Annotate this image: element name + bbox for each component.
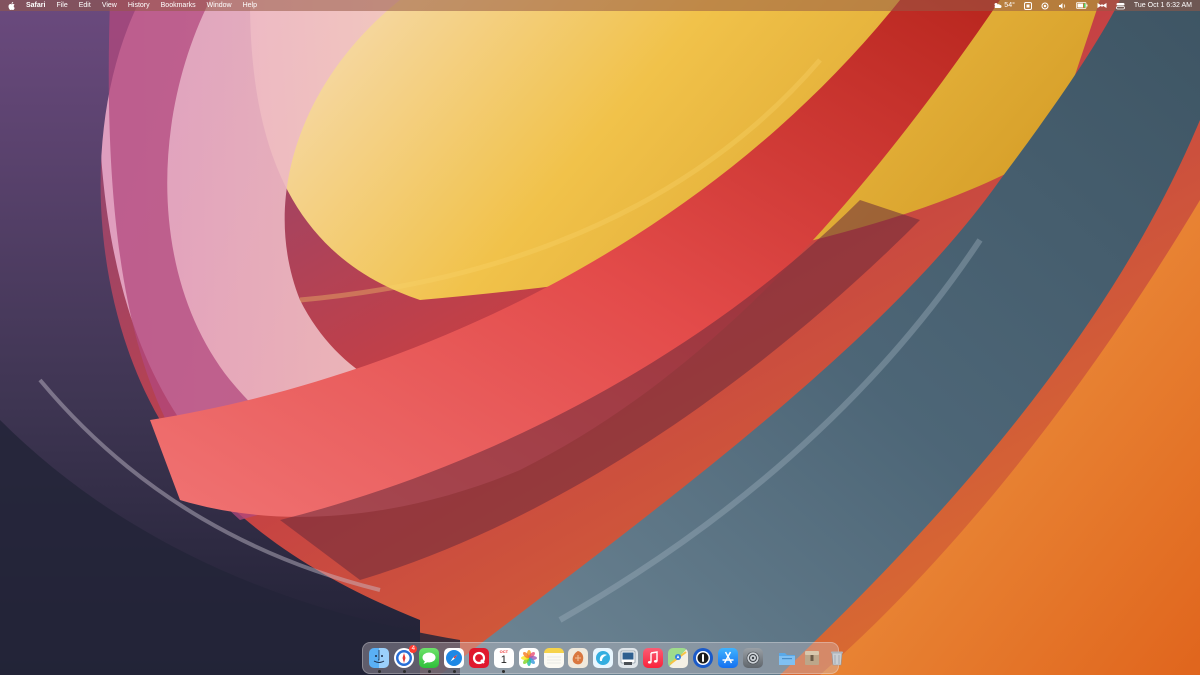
- dock-music[interactable]: [643, 648, 664, 668]
- app-store-icon: [722, 651, 734, 664]
- maps-icon: [669, 651, 687, 665]
- dock-readdle[interactable]: [468, 648, 489, 668]
- photos-flower-icon: [520, 650, 537, 666]
- menu-view[interactable]: View: [102, 0, 117, 11]
- status-circle-icon-btn[interactable]: [1041, 2, 1049, 10]
- wallpaper: [0, 0, 1200, 675]
- dock-safari[interactable]: [444, 648, 465, 673]
- dock-photos[interactable]: [518, 648, 539, 668]
- folder-icon: [779, 653, 796, 665]
- running-indicator: [402, 670, 406, 673]
- claude-icon: [573, 651, 584, 665]
- dock-downloads-folder[interactable]: [777, 648, 797, 668]
- circle-status-icon: [1041, 2, 1049, 9]
- battery-status[interactable]: [1076, 2, 1088, 9]
- link-status[interactable]: [1097, 2, 1107, 9]
- music-note-icon: [647, 651, 658, 664]
- control-center-icon: [1116, 2, 1125, 9]
- dock: 4 OCT 1: [362, 642, 844, 674]
- messages-icon: [422, 652, 436, 664]
- battery-icon: [1076, 2, 1088, 9]
- menu-bar: Safari File Edit View History Bookmarks …: [0, 0, 1200, 11]
- menu-edit[interactable]: Edit: [79, 0, 91, 11]
- dock-system-settings[interactable]: [742, 648, 763, 668]
- dock-ivory[interactable]: [593, 648, 614, 668]
- dock-1password[interactable]: [692, 648, 713, 668]
- menu-window[interactable]: Window: [207, 0, 232, 11]
- square-status-icon: [1023, 1, 1032, 10]
- apple-menu-icon[interactable]: [8, 1, 15, 10]
- running-indicator: [377, 670, 381, 673]
- onepassword-icon: [695, 651, 710, 665]
- dock-notes[interactable]: [543, 648, 564, 668]
- dock-claude[interactable]: [568, 648, 589, 668]
- dock-messages[interactable]: [419, 648, 440, 673]
- menu-file[interactable]: File: [56, 0, 67, 11]
- dock-archive-utility[interactable]: [802, 648, 822, 668]
- weather-temp: 54°: [1004, 2, 1015, 9]
- volume-status[interactable]: [1058, 2, 1067, 10]
- weather-icon: [994, 3, 1002, 8]
- dock-calendar[interactable]: OCT 1: [493, 648, 514, 673]
- menu-app-name[interactable]: Safari: [26, 0, 45, 11]
- control-center-status[interactable]: [1116, 2, 1125, 10]
- safari-compass-icon: [446, 650, 463, 666]
- gear-icon: [746, 651, 759, 665]
- q-logo-icon: [472, 651, 486, 665]
- running-indicator: [427, 670, 431, 673]
- menu-help[interactable]: Help: [243, 0, 257, 11]
- archive-icon: [805, 651, 820, 665]
- notification-badge: 4: [409, 645, 418, 653]
- dock-preview[interactable]: [618, 648, 639, 668]
- ivory-icon: [596, 651, 611, 665]
- preview-icon: [620, 650, 636, 665]
- menu-bookmarks[interactable]: Bookmarks: [161, 0, 196, 11]
- finder-icon: [374, 650, 385, 663]
- dock-app-store[interactable]: [717, 648, 738, 668]
- dock-maps[interactable]: [667, 648, 688, 668]
- menu-bar-left: Safari File Edit View History Bookmarks …: [8, 0, 268, 11]
- dock-trash[interactable]: [827, 648, 847, 668]
- menu-bar-right: 54° Tue Oct 1 6:32 AM: [984, 0, 1192, 11]
- volume-icon: [1058, 2, 1066, 9]
- dock-finder[interactable]: [369, 648, 390, 673]
- bowtie-icon: [1097, 3, 1107, 8]
- menu-history[interactable]: History: [128, 0, 150, 11]
- running-indicator: [452, 670, 456, 673]
- trash-icon: [831, 651, 844, 666]
- running-indicator: [502, 670, 506, 673]
- clock-status[interactable]: Tue Oct 1 6:32 AM: [1134, 0, 1192, 11]
- calendar-day: 1: [500, 654, 507, 666]
- desktop: Safari File Edit View History Bookmarks …: [0, 0, 1200, 675]
- weather-status[interactable]: 54°: [993, 0, 1015, 11]
- notes-icon: [546, 656, 561, 664]
- status-app-icon[interactable]: [1023, 1, 1032, 10]
- dock-safari-tp[interactable]: 4: [394, 645, 418, 673]
